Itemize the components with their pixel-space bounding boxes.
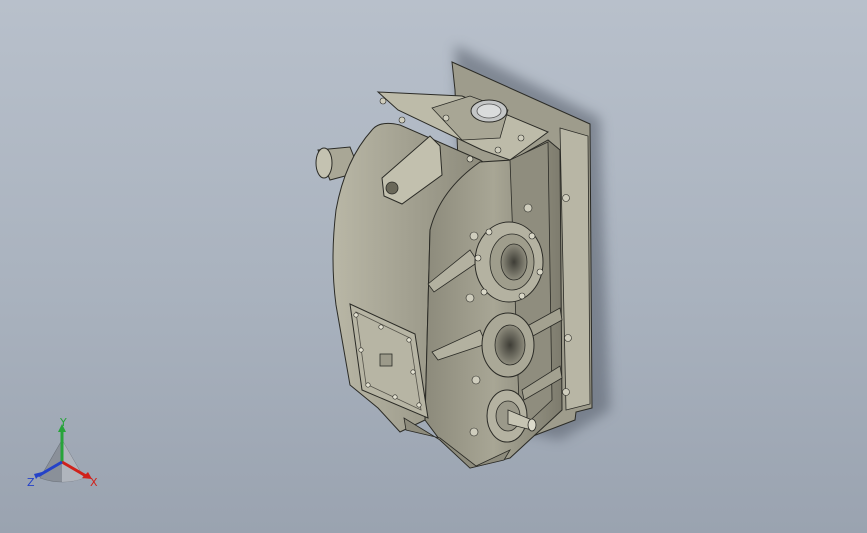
orientation-triad[interactable]: Y X Z — [22, 418, 112, 498]
lifting-lug-hole — [385, 181, 399, 195]
triad-y-label: Y — [59, 418, 67, 429]
cover-vent-plug[interactable] — [379, 353, 393, 367]
bearing-cover-middle[interactable] — [481, 312, 535, 378]
input-shaft-end — [315, 147, 333, 179]
gearbox-model[interactable] — [0, 0, 867, 533]
triad-cone-light — [62, 440, 84, 482]
graphics-viewport[interactable]: Y X Z — [0, 0, 867, 533]
output-shaft-end — [527, 418, 537, 432]
triad-x-label: X — [90, 476, 98, 489]
oil-sight-glass-inner — [476, 103, 502, 119]
triad-z-label: Z — [27, 476, 35, 489]
